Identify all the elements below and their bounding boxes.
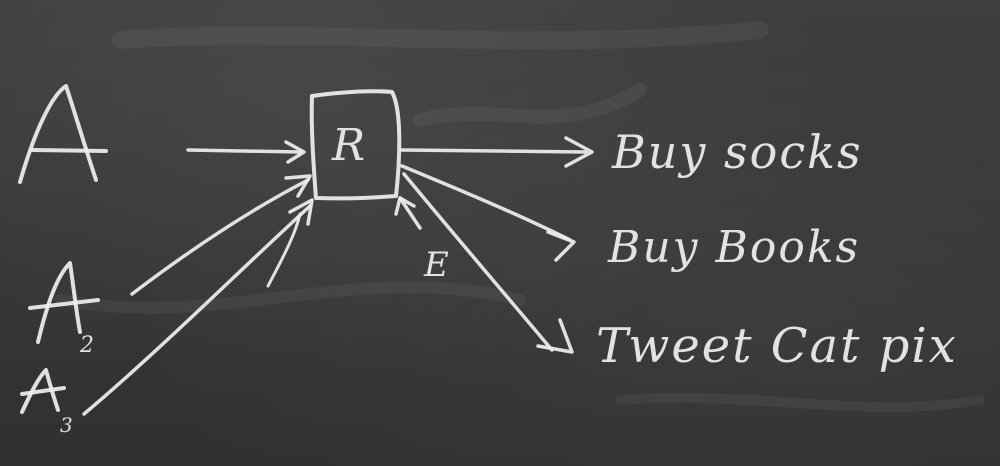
arrow-a1-to-router bbox=[186, 140, 306, 164]
chalkboard: 2 3 R E A A A Buy socks Buy Books Tweet … bbox=[0, 0, 1000, 466]
agent-a3: 3 bbox=[20, 368, 73, 437]
arrow-router-to-action-1 bbox=[400, 136, 594, 168]
router-box: R bbox=[309, 89, 402, 201]
action-buy-socks: Buy socks bbox=[611, 125, 863, 179]
router-label: R bbox=[331, 120, 365, 171]
agent-a2: 2 bbox=[28, 261, 100, 358]
agent-a1 bbox=[18, 84, 108, 184]
edge-e: E bbox=[394, 196, 449, 285]
action-tweet-cat-pix: Tweet Cat pix bbox=[596, 318, 958, 374]
edge-label: E bbox=[423, 245, 449, 285]
arrow-a2-to-router bbox=[130, 174, 312, 296]
agent-a3-subscript: 3 bbox=[60, 413, 73, 437]
action-buy-books: Buy Books bbox=[607, 222, 860, 273]
chalk-drawing: 2 3 R E A A A Buy socks Buy Books Tweet … bbox=[0, 0, 985, 437]
agent-a3-letter: A bbox=[0, 0, 1, 1]
agent-a2-subscript: 2 bbox=[79, 333, 94, 358]
